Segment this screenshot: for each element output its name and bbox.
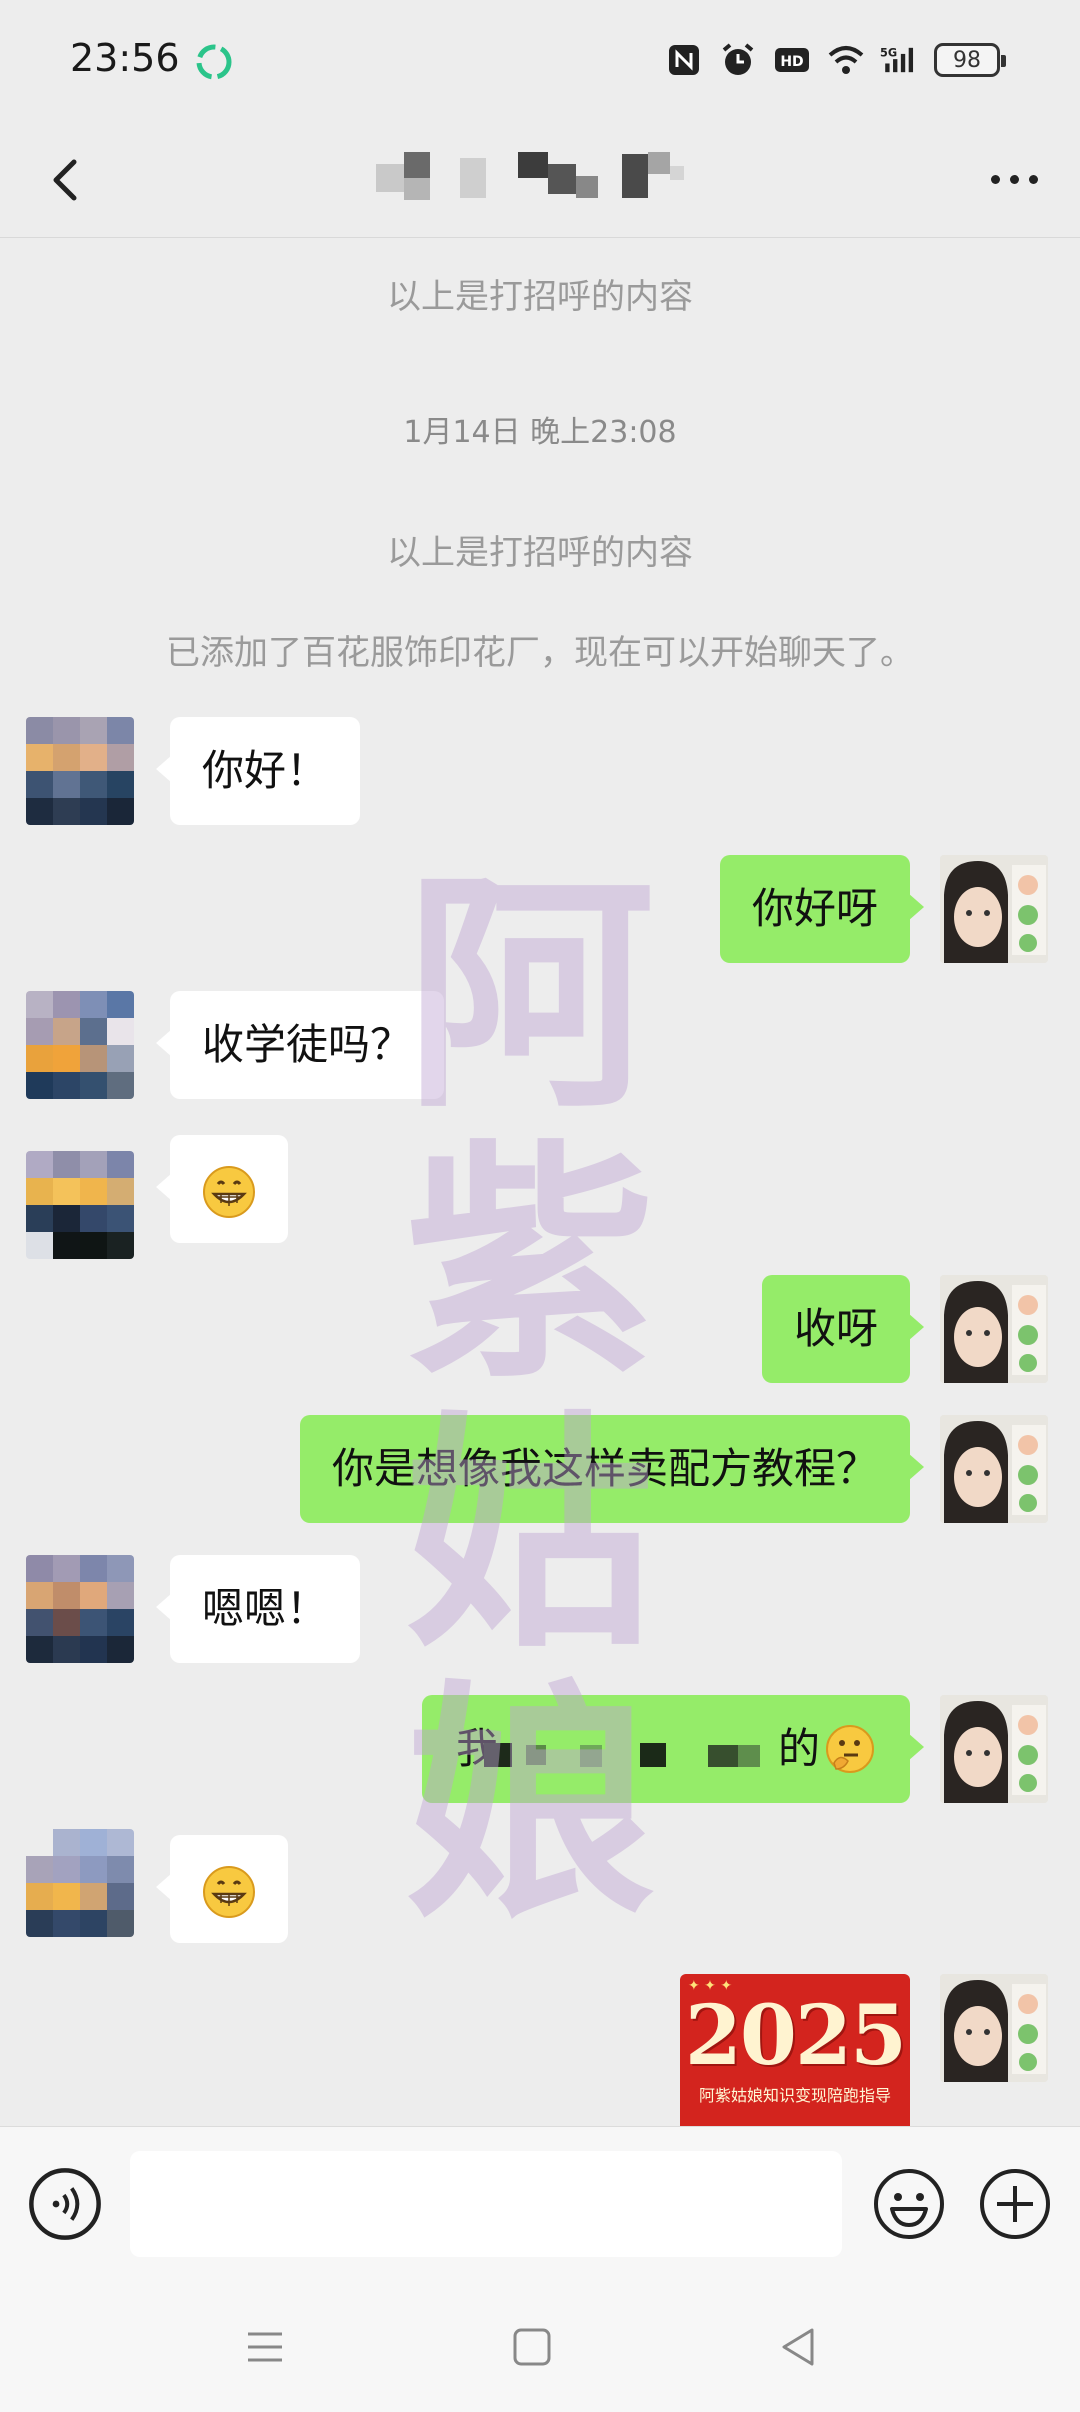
status-bar: 23:56 HD 5G 98 [0,0,1080,120]
status-icons: HD 5G 98 [664,40,1006,80]
contact-avatar[interactable] [26,1829,134,1937]
grinning-face-icon [203,1865,255,1918]
app-notification-icon [196,44,232,80]
message-bubble-incoming[interactable]: 你好！ [155,717,361,825]
hd-icon: HD [772,40,812,80]
5g-signal-icon: 5G [880,40,920,80]
chat-header [0,120,1080,238]
friend-added-note: 已添加了百花服饰印花厂，现在可以开始聊天了。 [166,633,914,673]
message-bubble-outgoing[interactable]: 我 的 [422,1695,924,1803]
voice-input-icon[interactable] [28,2167,102,2241]
alarm-icon [718,40,758,80]
svg-text:5G: 5G [880,47,897,60]
emoji-icon[interactable] [872,2167,946,2241]
contact-avatar[interactable] [26,717,134,825]
my-avatar[interactable] [940,1275,1048,1383]
home-square-icon[interactable] [505,2320,559,2374]
battery-level: 98 [953,47,981,73]
chat-area[interactable]: 以上是打招呼的内容 1月14日 晚上23:08 以上是打招呼的内容 已添加了百花… [0,239,1080,2126]
back-triangle-icon[interactable] [772,2320,826,2374]
poster-image[interactable]: ✦ ✦ ✦ 2025 阿紫姑娘知识变现陪跑指导 [680,1974,910,2126]
message-bubble-incoming[interactable]: 嗯嗯！ [155,1555,361,1663]
message-timestamp: 1月14日 晚上23:08 [403,415,677,450]
system-navigation-bar [0,2280,1080,2412]
wifi-icon [826,40,866,80]
contact-avatar[interactable] [26,1555,134,1663]
greeting-note: 以上是打招呼的内容 [387,277,693,317]
my-avatar[interactable] [940,1974,1048,2082]
message-bubble-incoming[interactable]: 收学徒吗？ [155,991,445,1099]
chevron-left-icon[interactable] [30,140,110,220]
my-avatar[interactable] [940,1695,1048,1803]
svg-text:HD: HD [780,54,803,70]
message-bubble-incoming[interactable] [156,1135,288,1243]
greeting-note: 以上是打招呼的内容 [387,533,693,573]
status-time: 23:56 [70,36,180,80]
message-bubble-outgoing[interactable]: 收呀 [761,1275,925,1383]
message-text: 你好！ [202,746,329,795]
message-text: 嗯嗯！ [202,1584,329,1633]
message-text-end: 的 [778,1724,821,1773]
more-horizontal-icon[interactable] [974,144,1054,214]
obscured-text [484,1743,774,1767]
menu-icon[interactable] [238,2320,292,2374]
poster-subtitle: 阿紫姑娘知识变现陪跑指导 [698,2086,891,2105]
message-text: 收学徒吗？ [202,1020,413,1069]
message-bubble-outgoing[interactable]: 你是想像我这样卖配方教程？ [299,1415,925,1523]
poster-year: 2025 [684,1988,907,2084]
thinking-face-icon [826,1725,874,1773]
my-avatar[interactable] [940,855,1048,963]
message-text: 你好呀 [751,884,878,933]
chat-title-obscured [370,150,710,210]
message-bubble-outgoing[interactable]: 你好呀 [719,855,925,963]
watermark-char: 紫 [405,1117,655,1411]
grinning-face-icon [203,1165,255,1218]
message-text: 收呀 [793,1304,878,1353]
contact-avatar[interactable] [26,991,134,1099]
nfc-icon [664,40,704,80]
plus-circle-icon[interactable] [978,2167,1052,2241]
message-input[interactable] [130,2151,842,2257]
my-avatar[interactable] [940,1415,1048,1523]
contact-avatar[interactable] [26,1151,134,1259]
message-text: 你是想像我这样卖配方教程？ [331,1444,878,1493]
battery-icon: 98 [934,43,1006,77]
message-bubble-incoming[interactable] [156,1835,288,1943]
input-bar [0,2126,1080,2280]
